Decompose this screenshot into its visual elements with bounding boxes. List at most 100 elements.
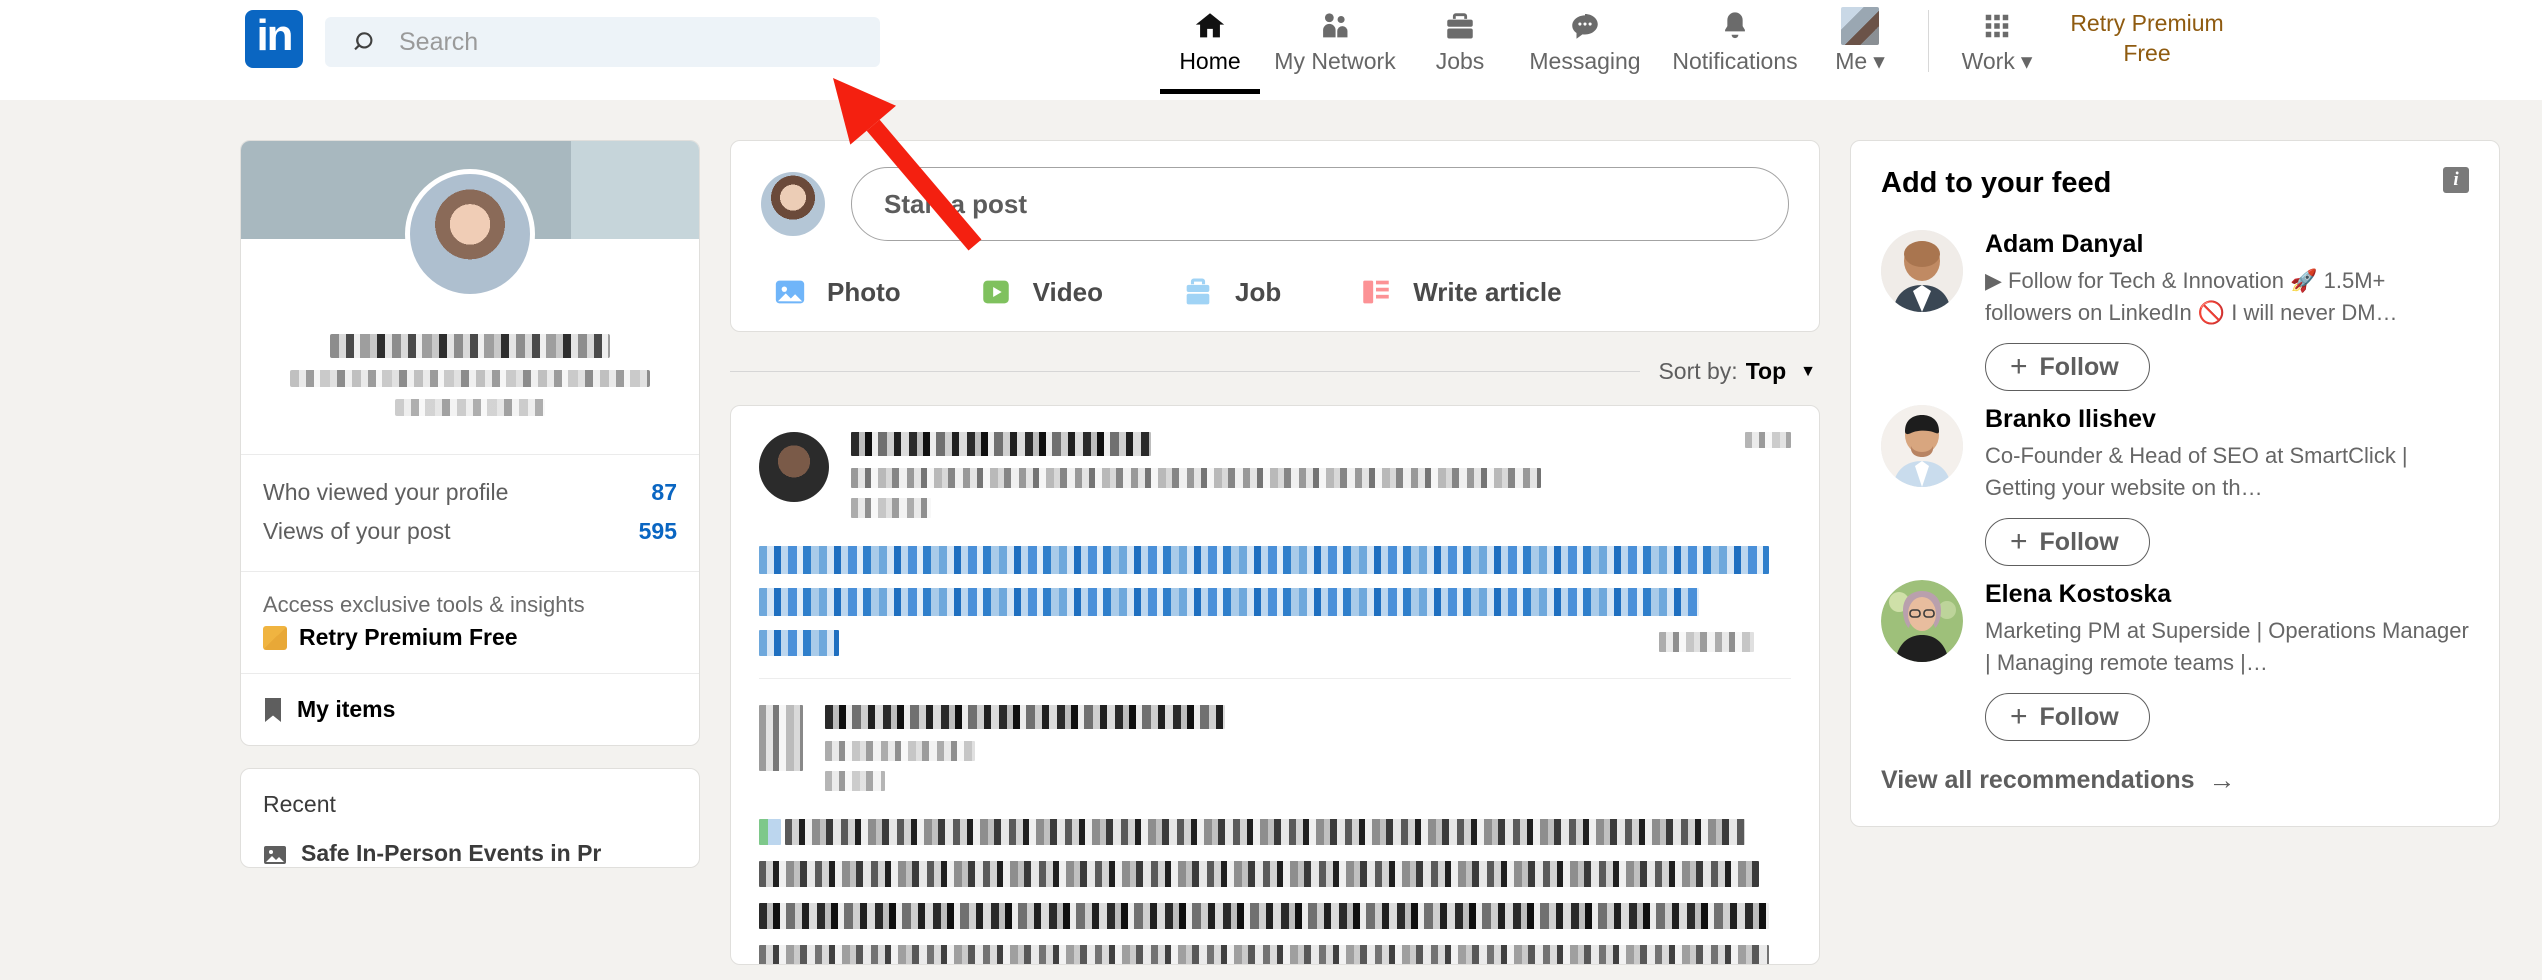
- follow-button-label: Follow: [2039, 352, 2119, 381]
- search-input[interactable]: [399, 27, 839, 57]
- post-author-name-redacted: [825, 705, 1225, 729]
- follow-button-label: Follow: [2039, 527, 2119, 556]
- chevron-down-icon[interactable]: ▼: [1800, 363, 1816, 381]
- plus-icon: +: [2010, 700, 2028, 733]
- post-menu-redacted[interactable]: [1745, 432, 1791, 448]
- post-body-redacted: [759, 546, 1791, 656]
- stat-value: 87: [651, 479, 677, 505]
- view-all-recommendations-link[interactable]: View all recommendations →: [1881, 765, 2469, 796]
- message-bubble-icon: [1568, 6, 1602, 46]
- feed-post-card: [730, 405, 1820, 965]
- post-author-avatar[interactable]: [759, 432, 829, 502]
- chevron-down-icon: ▾: [1873, 48, 1885, 74]
- photo-icon: [773, 275, 807, 309]
- search-icon: [353, 29, 379, 55]
- post-text-line: [759, 903, 1769, 929]
- recommendation-description: Marketing PM at Superside | Operations M…: [1985, 618, 2469, 675]
- recommendation-description: Co-Founder & Head of SEO at SmartClick |…: [1985, 443, 2408, 500]
- composer-actions: Photo Video Job Write article: [761, 275, 1789, 309]
- follow-button-label: Follow: [2039, 702, 2119, 731]
- article-icon: [1359, 275, 1393, 309]
- follow-button[interactable]: + Follow: [1985, 343, 2150, 391]
- profile-card[interactable]: Who viewed your profile 87 Views of your…: [240, 140, 700, 746]
- home-icon: [1193, 6, 1227, 46]
- plus-icon: +: [2010, 525, 2028, 558]
- nav-item-work[interactable]: Work ▾: [1947, 0, 2047, 94]
- post-timestamp-redacted: [825, 771, 885, 791]
- add-to-feed-card: Add to your feed i Adam Danyal ▶ Follow …: [1850, 140, 2500, 827]
- composer-job-label: Job: [1234, 276, 1282, 307]
- recommendation-item: Branko Ilishev Co-Founder & Head of SEO …: [1881, 405, 2469, 566]
- nav-label-work: Work ▾: [1962, 48, 2033, 75]
- stat-who-viewed-your-profile[interactable]: Who viewed your profile 87: [263, 473, 677, 512]
- stat-label: Who viewed your profile: [263, 479, 509, 505]
- post-author-headline-redacted: [825, 741, 975, 761]
- post-divider: [759, 678, 1791, 679]
- recommendation-name[interactable]: Adam Danyal: [1985, 230, 2469, 259]
- plus-icon: +: [2010, 350, 2028, 383]
- post-timestamp-redacted: [851, 498, 931, 518]
- sort-value[interactable]: Top: [1746, 358, 1786, 385]
- recommendation-info: Elena Kostoska Marketing PM at Superside…: [1985, 580, 2469, 741]
- event-icon: [263, 844, 287, 864]
- start-a-post-button[interactable]: Start a post: [851, 167, 1789, 241]
- post-text-line: [759, 588, 1699, 616]
- nav-item-my-network[interactable]: My Network: [1260, 0, 1410, 94]
- nav-item-messaging[interactable]: Messaging: [1510, 0, 1660, 94]
- nav-item-home[interactable]: Home: [1160, 0, 1260, 94]
- nav-label-me-text: Me: [1835, 48, 1868, 74]
- recommendation-item: Elena Kostoska Marketing PM at Superside…: [1881, 580, 2469, 741]
- main-nav: Home My Network Jobs Messaging Notificat: [1160, 0, 2247, 100]
- post-composer-card: Start a post Photo Video Job Write artic…: [730, 140, 1820, 332]
- composer-write-article-label: Write article: [1413, 276, 1562, 307]
- nav-item-jobs[interactable]: Jobs: [1410, 0, 1510, 94]
- stat-label: Views of your post: [263, 518, 451, 544]
- follow-button[interactable]: + Follow: [1985, 518, 2150, 566]
- post-see-more-redacted[interactable]: [1659, 632, 1754, 652]
- composer-photo-button[interactable]: Photo: [773, 275, 901, 309]
- post-header: [759, 705, 1791, 791]
- left-sidebar: Who viewed your profile 87 Views of your…: [240, 140, 700, 868]
- premium-cta[interactable]: Retry Premium Free: [263, 624, 677, 651]
- search-bar[interactable]: [325, 17, 880, 67]
- add-to-feed-title: Add to your feed: [1881, 167, 2112, 199]
- profile-headline-redacted-line1: [290, 370, 650, 387]
- nav-item-me[interactable]: Me ▾: [1810, 0, 1910, 94]
- composer-video-label: Video: [1032, 276, 1103, 307]
- post-author-headline-redacted: [851, 468, 1541, 488]
- sort-divider: [730, 371, 1641, 372]
- profile-avatar[interactable]: [405, 169, 535, 299]
- header-premium-link[interactable]: Retry Premium Free: [2047, 8, 2247, 68]
- post-author-avatar-redacted[interactable]: [759, 705, 803, 771]
- recommendation-name[interactable]: Elena Kostoska: [1985, 580, 2469, 609]
- post-text-line: [759, 861, 1759, 887]
- recent-item[interactable]: Safe In-Person Events in Pr: [263, 840, 677, 867]
- composer-video-button[interactable]: Video: [979, 275, 1103, 309]
- recommendation-name[interactable]: Branko Ilishev: [1985, 405, 2469, 434]
- nav-item-notifications[interactable]: Notifications: [1660, 0, 1810, 94]
- avatar-icon: [1841, 6, 1879, 46]
- avatar[interactable]: [1881, 405, 1963, 487]
- avatar[interactable]: [1881, 230, 1963, 312]
- my-items-link[interactable]: My items: [241, 673, 699, 745]
- composer-job-button[interactable]: Job: [1181, 275, 1281, 309]
- follow-button[interactable]: + Follow: [1985, 693, 2150, 741]
- right-sidebar: Add to your feed i Adam Danyal ▶ Follow …: [1850, 140, 2500, 827]
- premium-upsell[interactable]: Access exclusive tools & insights Retry …: [241, 571, 699, 673]
- recommendation-description: ▶ Follow for Tech & Innovation 🚀 1.5M+ f…: [1985, 268, 2398, 325]
- post-body-redacted: [759, 819, 1791, 964]
- post-header: [759, 432, 1791, 518]
- post-emoji-redacted: [759, 819, 781, 845]
- composer-write-article-button[interactable]: Write article: [1359, 275, 1562, 309]
- info-icon[interactable]: i: [2443, 167, 2469, 193]
- post-author-info-redacted: [825, 705, 1791, 791]
- composer-avatar[interactable]: [761, 172, 825, 236]
- main-feed-column: Start a post Photo Video Job Write artic…: [730, 140, 1820, 965]
- stat-views-of-your-post[interactable]: Views of your post 595: [263, 512, 677, 551]
- avatar[interactable]: [1881, 580, 1963, 662]
- composer-photo-label: Photo: [827, 276, 901, 307]
- linkedin-logo[interactable]: in: [245, 10, 303, 68]
- bell-icon: [1718, 6, 1752, 46]
- nav-label-home: Home: [1179, 48, 1241, 74]
- page-body: Who viewed your profile 87 Views of your…: [0, 100, 2542, 980]
